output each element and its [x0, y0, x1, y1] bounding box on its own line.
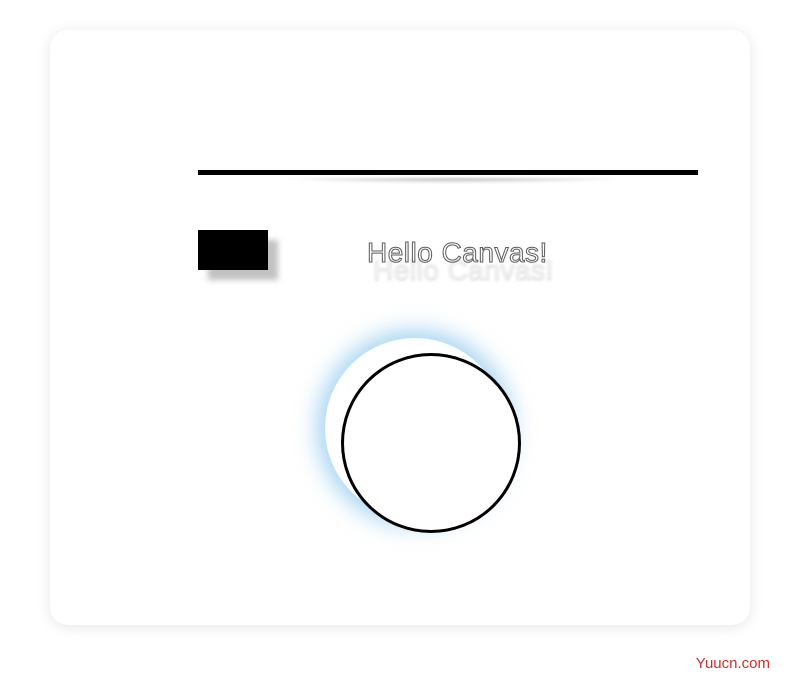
canvas-text: Hello Canvas!: [367, 237, 548, 269]
stroked-circle: [341, 353, 521, 533]
watermark: Yuucn.com: [696, 655, 770, 672]
horizontal-line: [198, 170, 698, 175]
line-shadow: [205, 178, 703, 186]
canvas-card: Hello Canvas! Hello Canvas!: [50, 30, 750, 625]
filled-rectangle: [198, 230, 268, 270]
